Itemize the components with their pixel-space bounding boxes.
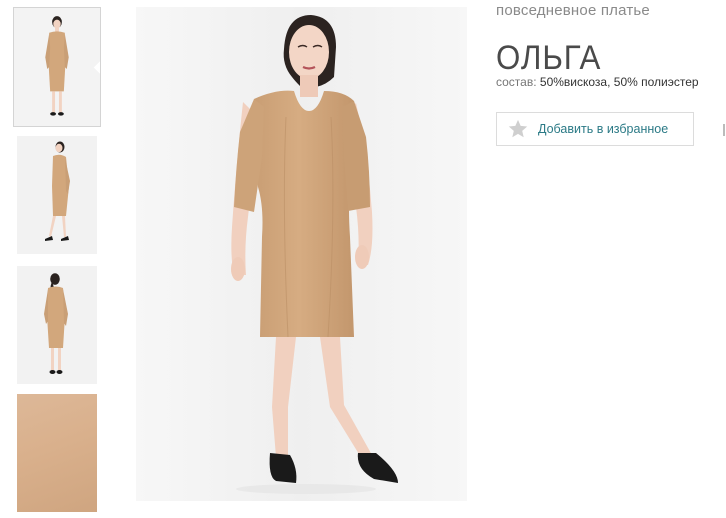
add-to-favorites-label: Добавить в избранное	[538, 122, 669, 136]
add-to-favorites-button[interactable]: Добавить в избранное	[496, 112, 694, 146]
star-icon	[508, 119, 528, 138]
model-in-dress-image	[136, 7, 467, 501]
main-product-photo	[136, 7, 467, 501]
thumbnail-fabric-closeup[interactable]	[17, 394, 97, 512]
thumbnail-side-view[interactable]	[17, 136, 97, 254]
thumbnail-front-view[interactable]	[13, 7, 101, 127]
thumbnail-side-image	[17, 136, 97, 254]
product-title: ОЛЬГА	[496, 38, 602, 77]
thumbnail-front-image	[14, 8, 100, 126]
thumbnail-back-view[interactable]	[17, 266, 97, 384]
composition-label: состав:	[496, 75, 537, 89]
composition-value: 50%вискоза, 50% полиэстер	[539, 75, 699, 89]
thumbnail-gallery	[0, 0, 110, 518]
product-composition: состав: 50%вискоза, 50% полиэстер	[496, 75, 699, 89]
product-category: повседневное платье	[496, 2, 650, 19]
thumbnail-back-image	[17, 266, 97, 384]
clipped-element-edge	[723, 124, 725, 136]
